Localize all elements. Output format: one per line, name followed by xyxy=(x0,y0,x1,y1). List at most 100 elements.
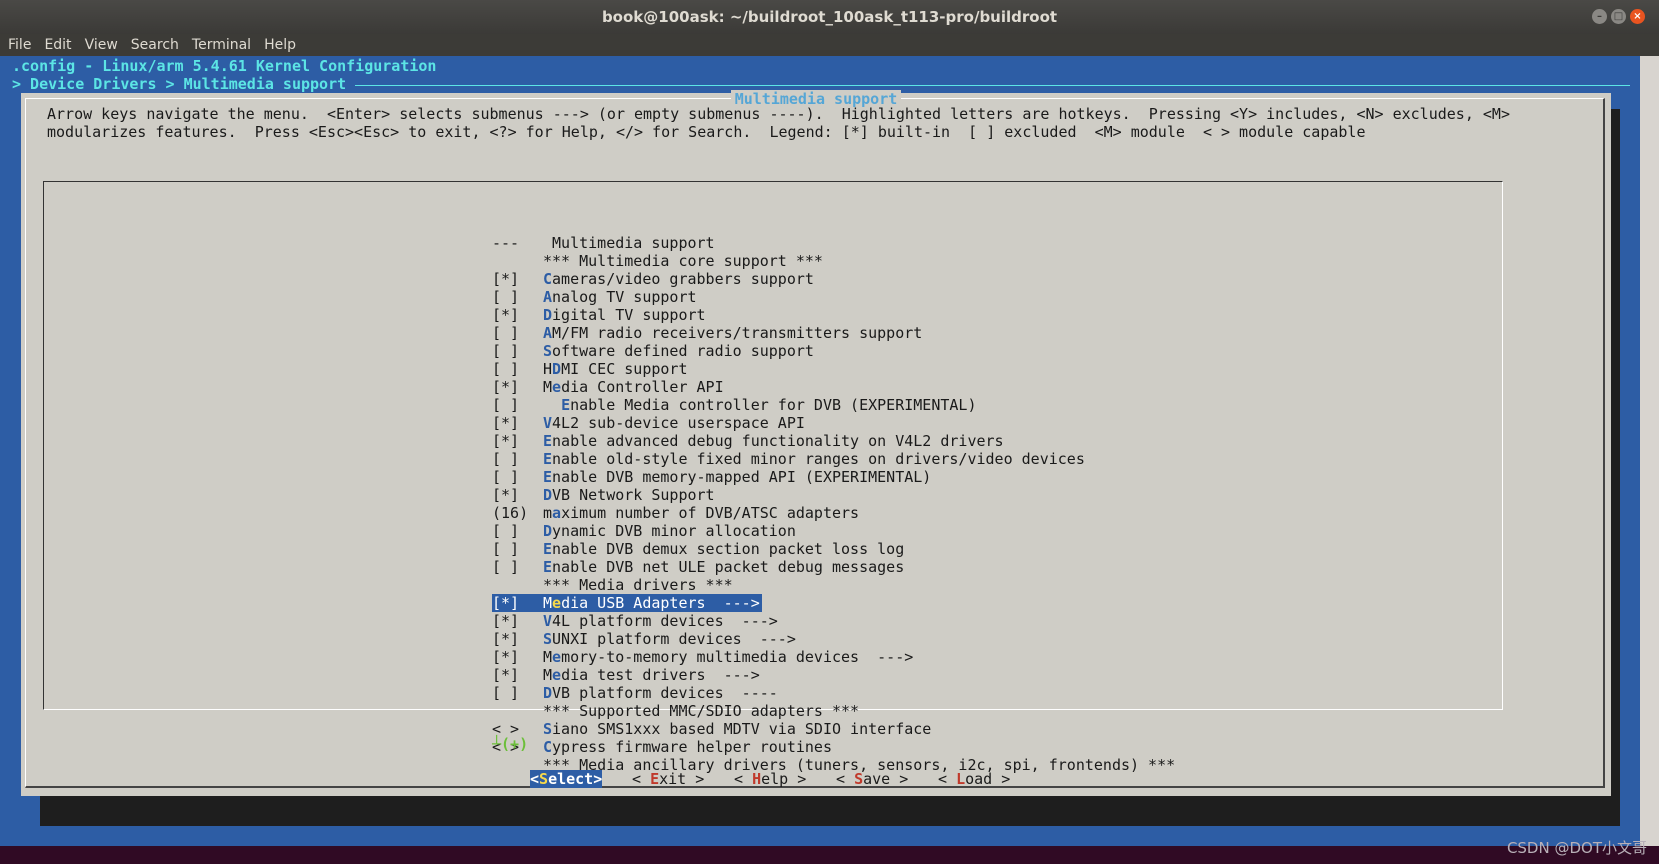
menu-item-text: M xyxy=(543,648,553,666)
menu-item-hotkey: V xyxy=(543,612,553,630)
menuconfig-dialog: Multimedia support Arrow keys navigate t… xyxy=(21,90,1611,796)
menu-item[interactable]: [ ] Enable DVB net ULE packet debug messa… xyxy=(492,558,1175,576)
menu-item[interactable]: [*] V4L platform devices ---> xyxy=(492,612,1175,630)
watermark: CSDN @DOT小文哥 xyxy=(1506,839,1647,857)
maximize-icon[interactable]: □ xyxy=(1611,9,1626,24)
select-button[interactable]: <Select> xyxy=(530,770,603,788)
menu-search[interactable]: Search xyxy=(131,34,186,56)
button-bracket: < xyxy=(530,770,540,788)
menu-item[interactable]: [*] Digital TV support xyxy=(492,306,1175,324)
button-bracket: < xyxy=(938,770,957,788)
menu-item-hotkey: E xyxy=(543,450,553,468)
menu-view[interactable]: View xyxy=(85,34,125,56)
menu-row: [ ] HDMI CEC support xyxy=(492,360,1175,378)
menu-terminal[interactable]: Terminal xyxy=(192,34,258,56)
load-button[interactable]: < Load > xyxy=(938,770,1010,788)
menu-row: *** Multimedia core support *** xyxy=(492,252,1175,270)
menu-row: < > Cypress firmware helper routines xyxy=(492,738,1175,756)
menu-item-label: nable advanced debug functionality on V4… xyxy=(552,432,1004,450)
menu-item-label: 4L2 sub-device userspace API xyxy=(552,414,805,432)
breadcrumb-rule xyxy=(355,85,1630,86)
menu-item-hotkey: A xyxy=(543,288,553,306)
menu-item: *** Multimedia core support *** xyxy=(492,252,1175,270)
button-hotkey: S xyxy=(539,770,549,788)
menu-item[interactable]: (16) maximum number of DVB/ATSC adapters xyxy=(492,504,1175,522)
menu-item[interactable]: [*] Media test drivers ---> xyxy=(492,666,1175,684)
menu-item-text: m xyxy=(543,504,553,522)
save-button[interactable]: < Save > xyxy=(836,770,908,788)
menu-item[interactable]: [*] Cameras/video grabbers support xyxy=(492,270,1175,288)
menu-item-label: nable old-style fixed minor ranges on dr… xyxy=(552,450,1085,468)
menu-item-state: [ ] xyxy=(492,324,520,342)
menu-item-text: *** Supported MMC/SDIO adapters *** xyxy=(543,702,860,720)
menu-item-state: [*] xyxy=(492,612,520,630)
menu-item[interactable]: < > Siano SMS1xxx based MDTV via SDIO int… xyxy=(492,720,1175,738)
menu-item[interactable]: [*] SUNXI platform devices ---> xyxy=(492,630,1175,648)
exit-button[interactable]: < Exit > xyxy=(632,770,704,788)
minimize-icon[interactable]: – xyxy=(1592,9,1607,24)
menu-item-hotkey: S xyxy=(543,720,553,738)
button-label: xit > xyxy=(659,770,705,788)
menu-item-state: [*] xyxy=(492,630,520,648)
menu-row: [ ] Enable Media controller for DVB (EXP… xyxy=(492,396,1175,414)
menu-item[interactable]: [ ] AM/FM radio receivers/transmitters su… xyxy=(492,324,1175,342)
menu-item[interactable]: [ ] DVB platform devices ---- xyxy=(492,684,1175,702)
menu-item-label: dia USB Adapters ---> xyxy=(561,594,760,612)
menu-row: *** Supported MMC/SDIO adapters *** xyxy=(492,702,1175,720)
menu-item[interactable]: [*] Memory-to-memory multimedia devices -… xyxy=(492,648,1175,666)
help-button[interactable]: < Help > xyxy=(734,770,806,788)
menu-item[interactable]: < > Cypress firmware helper routines xyxy=(492,738,1175,756)
menu-item-label: MI CEC support xyxy=(561,360,688,378)
button-row: <Select> < Exit > < Help > < Save > < Load > xyxy=(21,770,1611,790)
menu-item-state: [*] xyxy=(492,306,520,324)
menu-item[interactable]: [*] Media Controller API xyxy=(492,378,1175,396)
help-text: Arrow keys navigate the menu. <Enter> se… xyxy=(47,105,1510,141)
menu-row: [*] Enable advanced debug functionality o… xyxy=(492,432,1175,450)
menu-item-state: [ ] xyxy=(492,450,520,468)
close-icon[interactable]: × xyxy=(1630,9,1645,24)
menu-item[interactable]: [ ] Software defined radio support xyxy=(492,342,1175,360)
menu-item-label: M/FM radio receivers/transmitters suppor… xyxy=(552,324,923,342)
menu-item-label: mory-to-memory multimedia devices ---> xyxy=(561,648,914,666)
menu-item-hotkey: e xyxy=(552,666,562,684)
menu-item[interactable]: [*] V4L2 sub-device userspace API xyxy=(492,414,1175,432)
menu-item-selected[interactable]: [*] Media USB Adapters ---> xyxy=(492,594,762,612)
menu-row: [*] SUNXI platform devices ---> xyxy=(492,630,1175,648)
menu-item[interactable]: --- Multimedia support xyxy=(492,234,1175,252)
menu-item-state: [ ] xyxy=(492,540,520,558)
menu-item-label: nable DVB demux section packet loss log xyxy=(552,540,905,558)
menu-item-label: ameras/video grabbers support xyxy=(552,270,814,288)
menu-item[interactable]: [ ] Enable DVB memory-mapped API (EXPERIM… xyxy=(492,468,1175,486)
menu-item-state: [*] xyxy=(492,270,520,288)
menu-item-label: dia Controller API xyxy=(561,378,724,396)
menu-item-label: ynamic DVB minor allocation xyxy=(552,522,796,540)
menu-item-hotkey: D xyxy=(552,360,562,378)
menu-item[interactable]: [ ] Dynamic DVB minor allocation xyxy=(492,522,1175,540)
menu-item-state: [*] xyxy=(492,378,520,396)
menu-item-text: *** Media drivers *** xyxy=(543,576,733,594)
menu-row: [ ] Enable old-style fixed minor ranges o… xyxy=(492,450,1175,468)
menu-item[interactable]: [*] DVB Network Support xyxy=(492,486,1175,504)
menu-row: [ ] Analog TV support xyxy=(492,288,1175,306)
menu-item[interactable]: [ ] Enable Media controller for DVB (EXP… xyxy=(492,396,1175,414)
menu-item-hotkey: D xyxy=(543,486,553,504)
menu-item-label: VB Network Support xyxy=(552,486,715,504)
menu-item[interactable]: [ ] HDMI CEC support xyxy=(492,360,1175,378)
menu-item-state: (16) xyxy=(492,504,529,522)
menu-item-label: ypress firmware helper routines xyxy=(552,738,832,756)
menu-item-hotkey: E xyxy=(543,540,553,558)
menu-item[interactable]: [ ] Enable DVB demux section packet loss … xyxy=(492,540,1175,558)
menu-item[interactable]: [ ] Analog TV support xyxy=(492,288,1175,306)
menu-item-state: [*] xyxy=(492,666,520,684)
menu-item-label: nalog TV support xyxy=(552,288,697,306)
menu-help[interactable]: Help xyxy=(264,34,303,56)
menu-item[interactable]: [*] Enable advanced debug functionality o… xyxy=(492,432,1175,450)
menu-item-hotkey: A xyxy=(543,324,553,342)
menu-item-label: 4L platform devices ---> xyxy=(552,612,778,630)
terminal-scrollbar[interactable] xyxy=(1640,56,1659,846)
menu-edit[interactable]: Edit xyxy=(44,34,78,56)
menu-item-text: M xyxy=(543,594,553,612)
menu-row: [ ] Enable DVB demux section packet loss … xyxy=(492,540,1175,558)
menu-item[interactable]: [ ] Enable old-style fixed minor ranges o… xyxy=(492,450,1175,468)
menu-file[interactable]: File xyxy=(8,34,38,56)
